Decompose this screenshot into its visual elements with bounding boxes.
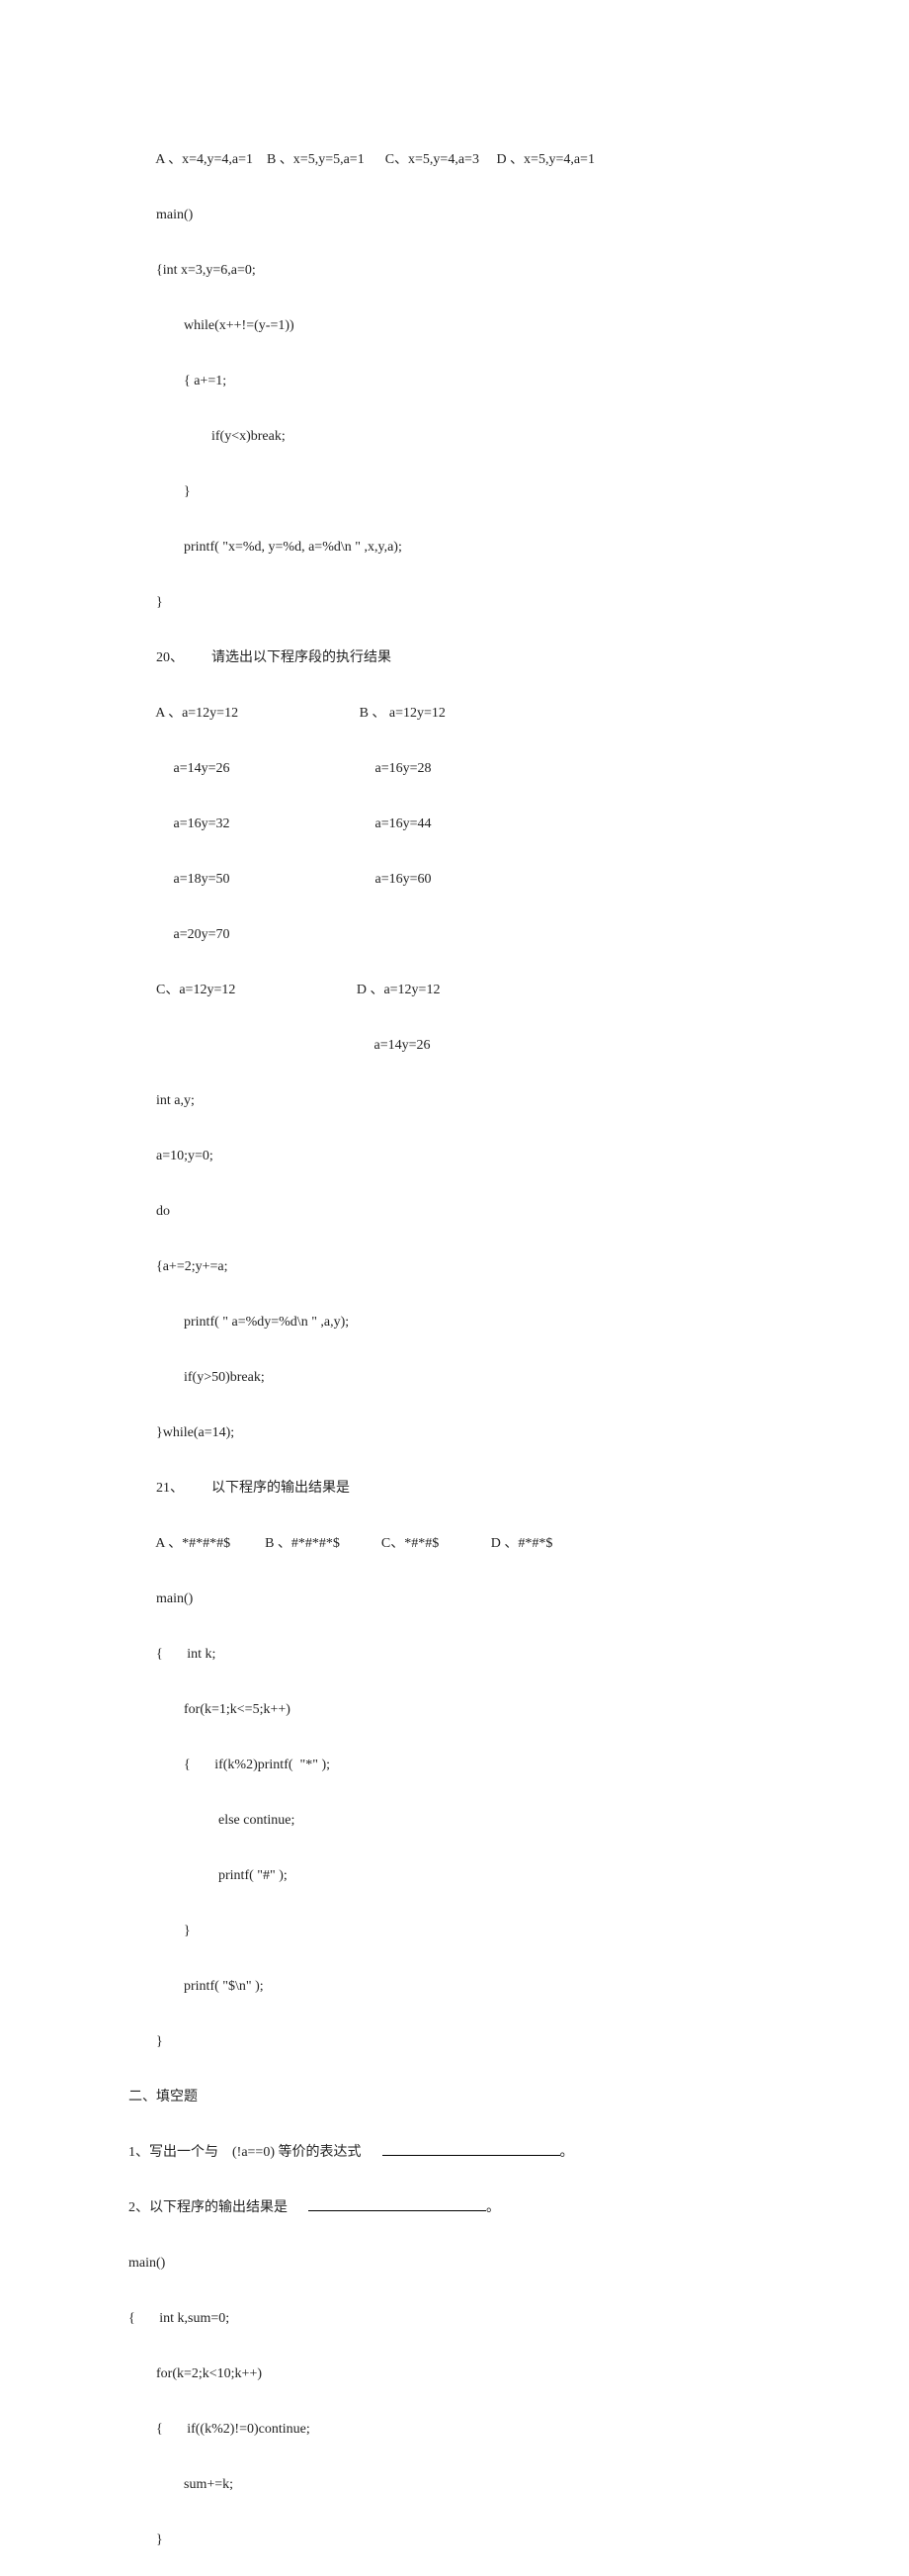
line: 20、 请选出以下程序段的执行结果 [128,644,781,672]
line: printf( " a=%dy=%d\n " ,a,y); [128,1309,781,1336]
fill-blank [308,2196,486,2211]
line: int a,y; [128,1087,781,1115]
line: do [128,1198,781,1226]
line: a=14y=26 [128,1032,781,1060]
line: main() [128,1586,781,1613]
line: C、a=12y=12 D 、a=12y=12 [128,977,781,1004]
line: for(k=1;k<=5;k++) [128,1696,781,1724]
line: A 、*#*#*#$ B 、#*#*#*$ C、*#*#$ D 、#*#*$ [128,1530,781,1558]
line: } [128,478,781,506]
line: } [128,2527,781,2554]
text-span: 。 [486,2200,500,2215]
line: main() [128,202,781,229]
line: a=20y=70 [128,921,781,949]
line: a=10;y=0; [128,1143,781,1170]
line: a=18y=50 a=16y=60 [128,866,781,894]
line: { int k,sum=0; [128,2305,781,2333]
line: a=14y=26 a=16y=28 [128,755,781,783]
line: if(y<x)break; [128,423,781,451]
line: 21、 以下程序的输出结果是 [128,1475,781,1503]
line: printf( "#" ); [128,1862,781,1890]
fill-blank [382,2141,560,2156]
line: for(k=2;k<10;k++) [128,2361,781,2388]
line: 2、以下程序的输出结果是 。 [128,2194,781,2222]
line: {int x=3,y=6,a=0; [128,257,781,285]
line: } [128,1918,781,1945]
line: } [128,589,781,617]
line: else continue; [128,1807,781,1835]
line: 二、填空题 [128,2084,781,2111]
line: while(x++!=(y-=1)) [128,312,781,340]
line: printf( "$\n" ); [128,1973,781,2001]
text-span: 。 [560,2145,574,2160]
line: A 、a=12y=12 B 、 a=12y=12 [128,700,781,728]
line: printf( "x=%d, y=%d, a=%d\n " ,x,y,a); [128,534,781,561]
text-span: 1、写出一个与 (!a==0) 等价的表达式 [128,2145,382,2160]
line: {a+=2;y+=a; [128,1253,781,1281]
line: sum+=k; [128,2471,781,2499]
line: main() [128,2250,781,2277]
line: { int k; [128,1641,781,1669]
text-span: 2、以下程序的输出结果是 [128,2200,308,2215]
document-page: A 、x=4,y=4,a=1 B 、x=5,y=5,a=1 C、x=5,y=4,… [0,0,909,2576]
line: }while(a=14); [128,1419,781,1447]
line: { a+=1; [128,368,781,395]
line: { if((k%2)!=0)continue; [128,2416,781,2444]
line: A 、x=4,y=4,a=1 B 、x=5,y=5,a=1 C、x=5,y=4,… [128,146,781,174]
line: a=16y=32 a=16y=44 [128,811,781,838]
line: if(y>50)break; [128,1364,781,1392]
line: { if(k%2)printf( "*" ); [128,1752,781,1779]
line: } [128,2028,781,2056]
line: 1、写出一个与 (!a==0) 等价的表达式 。 [128,2139,781,2167]
